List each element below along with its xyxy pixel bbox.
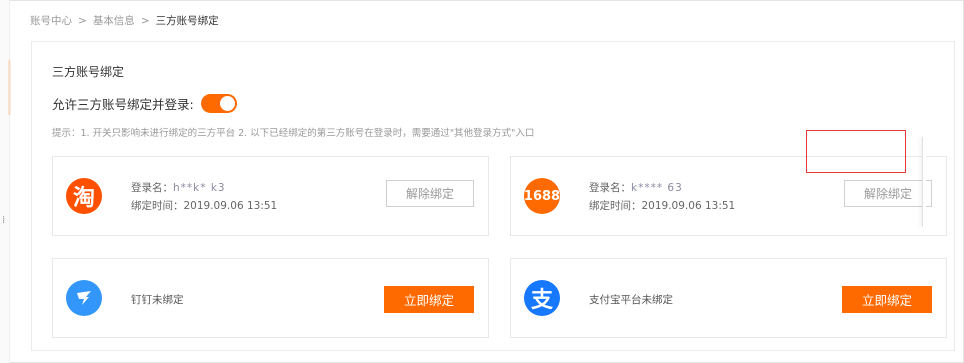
allow-binding-toggle[interactable] [200,94,237,113]
section-title: 三方账号绑定 [52,65,125,79]
alipay-bind-button[interactable]: 立即绑定 [842,286,932,313]
taobao-unbind-button[interactable]: 解除绑定 [386,180,474,207]
dingtalk-bind-button[interactable]: 立即绑定 [384,286,474,313]
taobao-account-info: 登录名：h**k* k3 绑定时间：2019.09.06 13:51 [131,179,277,215]
alipay-account-card: 支 支付宝平台未绑定 立即绑定 [510,258,947,338]
breadcrumb-separator: > [140,14,150,27]
1688-login-name: 登录名：k**** 63 [589,182,683,194]
left-sidebar-accent [8,60,11,115]
1688-logo-icon: 1688 [524,178,560,214]
taobao-login-name: 登录名：h**k* k3 [131,182,226,194]
breadcrumb: 账号中心 > 基本信息 > 三方账号绑定 [30,13,219,28]
left-sidebar-edge [0,0,10,363]
taobao-account-card: 淘 登录名：h**k* k3 绑定时间：2019.09.06 13:51 解除绑… [52,156,489,236]
allow-binding-row: 允许三方账号绑定并登录: [52,94,237,113]
alipay-logo-icon: 支 [524,280,560,316]
dingtalk-account-card: 钉钉未绑定 立即绑定 [52,258,489,338]
1688-bind-time: 绑定时间：2019.09.06 13:51 [589,200,736,212]
dingtalk-status: 钉钉未绑定 [131,294,184,306]
breadcrumb-separator: > [78,14,87,27]
drag-handle-icon[interactable]: ⁞ [2,216,10,232]
alipay-status: 支付宝平台未绑定 [589,294,673,306]
1688-account-card: 1688 登录名：k**** 63 绑定时间：2019.09.06 13:51 … [510,156,947,236]
third-party-binding-panel: 三方账号绑定 允许三方账号绑定并登录: 提示：1. 开关只影响未进行绑定的三方平… [31,41,955,351]
allow-binding-label: 允许三方账号绑定并登录: [52,97,194,112]
1688-unbind-button[interactable]: 解除绑定 [844,180,932,207]
right-edge-popover [922,137,926,227]
toggle-knob [219,96,235,111]
dingtalk-logo-icon [66,280,102,316]
breadcrumb-current: 三方账号绑定 [155,15,219,27]
breadcrumb-account-center[interactable]: 账号中心 [30,13,72,28]
taobao-bind-time: 绑定时间：2019.09.06 13:51 [131,200,278,212]
breadcrumb-basic-info[interactable]: 基本信息 [93,13,135,28]
taobao-logo-icon: 淘 [66,178,102,214]
1688-account-info: 登录名：k**** 63 绑定时间：2019.09.06 13:51 [589,179,735,215]
tip-text: 提示：1. 开关只影响未进行绑定的三方平台 2. 以下已经绑定的第三方账号在登录… [52,128,535,139]
